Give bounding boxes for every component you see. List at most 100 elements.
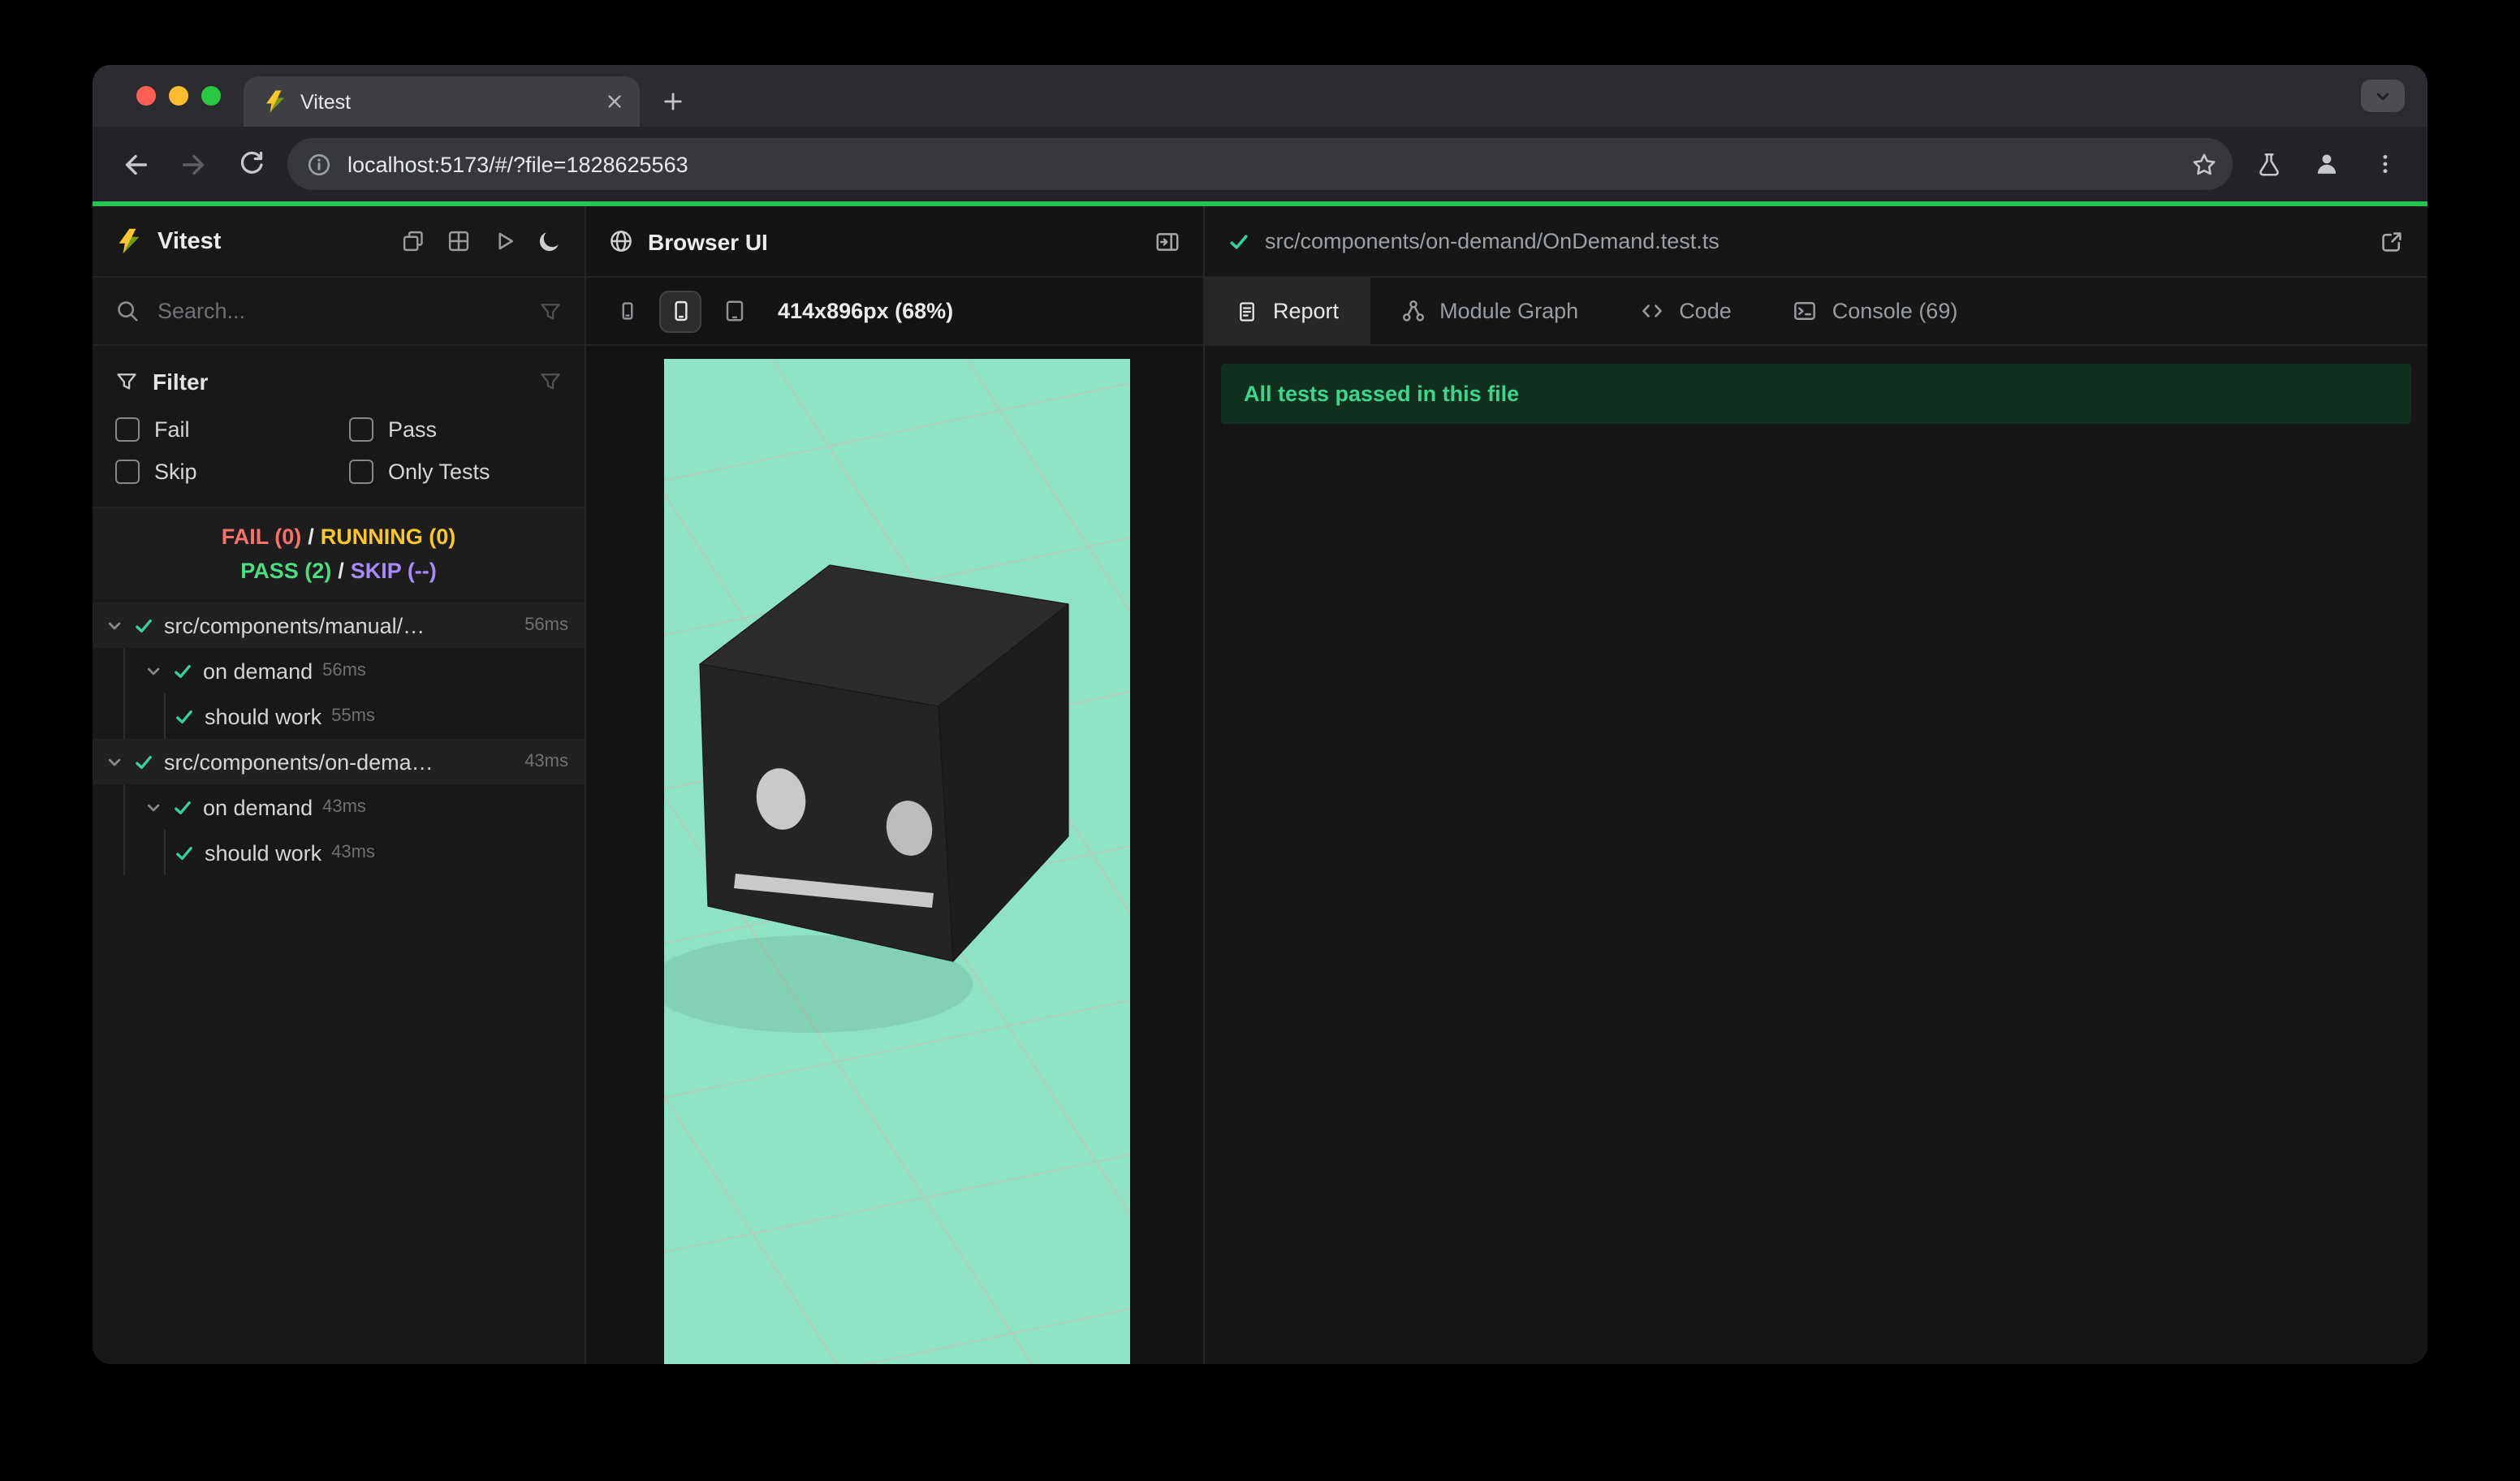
explorer-header: Vitest (93, 206, 585, 278)
tab-report[interactable]: Report (1205, 278, 1370, 344)
browser-window: Vitest localhost:5173/#/?file=1828625563… (93, 65, 2427, 1364)
browser-toolbar: localhost:5173/#/?file=1828625563 (93, 127, 2427, 201)
report-file-icon (1236, 300, 1258, 322)
fail-count: FAIL (0) (221, 525, 302, 549)
tab-label: Console (69) (1832, 299, 1958, 323)
tab-console[interactable]: Console (69) (1763, 278, 1989, 344)
checkbox-skip[interactable]: Skip (115, 460, 349, 484)
console-icon (1793, 299, 1818, 323)
pass-check-icon (172, 660, 193, 681)
close-window-button[interactable] (136, 86, 156, 106)
tree-duration: 56ms (322, 661, 366, 680)
app-name: Vitest (158, 228, 222, 254)
tab-close-icon[interactable] (606, 93, 624, 110)
globe-icon (609, 229, 633, 253)
back-button[interactable] (112, 141, 158, 187)
tree-row-test[interactable]: should work 43ms (166, 830, 585, 875)
vitest-app: Vitest Search... Filter Fail Pass Skip O… (93, 206, 2427, 1364)
test-explorer-panel: Vitest Search... Filter Fail Pass Skip O… (93, 206, 586, 1364)
device-phone-small-icon[interactable] (606, 290, 648, 332)
browser-tab-vitest[interactable]: Vitest (244, 76, 640, 127)
pass-count: PASS (2) (240, 559, 332, 583)
viewport-size-label: 414x896px (68%) (778, 299, 954, 323)
experiments-flask-icon[interactable] (2246, 141, 2291, 187)
tree-label: on demand (203, 658, 313, 683)
code-icon (1640, 299, 1664, 323)
reload-button[interactable] (229, 141, 274, 187)
tab-title: Vitest (300, 90, 352, 113)
test-status-summary: FAIL (0) / RUNNING (0) PASS (2) / SKIP (--) (93, 508, 585, 599)
checkbox-box[interactable] (115, 460, 140, 484)
test-tree: src/components/manual/… 56ms on demand 5… (93, 599, 585, 1364)
browser-ui-title: Browser UI (648, 228, 768, 254)
filter-reset-icon[interactable] (539, 370, 562, 393)
external-link-icon[interactable] (2379, 228, 2405, 254)
pass-check-icon (174, 706, 195, 727)
tree-duration: 43ms (322, 797, 366, 817)
checkbox-box[interactable] (349, 417, 373, 442)
open-panel-icon[interactable] (1154, 228, 1180, 254)
browser-preview-area (586, 346, 1203, 1364)
address-bar[interactable]: localhost:5173/#/?file=1828625563 (287, 138, 2233, 190)
report-header: src/components/on-demand/OnDemand.test.t… (1205, 206, 2427, 278)
site-info-icon[interactable] (307, 152, 331, 176)
search-input[interactable] (154, 297, 524, 325)
tree-row-file[interactable]: src/components/on-dema… 43ms (93, 739, 585, 784)
module-graph-icon (1400, 299, 1425, 323)
tree-label: on demand (203, 795, 313, 819)
tab-label: Report (1273, 299, 1340, 323)
dashboard-windows-icon[interactable] (401, 229, 425, 253)
pass-check-icon (133, 751, 154, 772)
minimize-window-button[interactable] (169, 86, 188, 106)
profile-avatar-icon[interactable] (2304, 141, 2350, 187)
browser-menu-kebab-icon[interactable] (2362, 141, 2408, 187)
pass-check-icon (174, 842, 195, 863)
report-panel: src/components/on-demand/OnDemand.test.t… (1205, 206, 2427, 1364)
chevron-down-icon[interactable] (106, 753, 123, 771)
filter-title: Filter (153, 369, 209, 395)
tree-row-test[interactable]: should work 55ms (166, 693, 585, 739)
zoom-window-button[interactable] (201, 86, 221, 106)
run-all-play-icon[interactable] (492, 229, 516, 253)
tab-search-button[interactable] (2361, 80, 2405, 112)
running-count: RUNNING (0) (320, 525, 456, 549)
tab-module-graph[interactable]: Module Graph (1370, 278, 1609, 344)
chevron-down-icon[interactable] (145, 662, 162, 680)
tested-app-iframe[interactable] (586, 346, 1203, 1364)
chevron-down-icon[interactable] (106, 616, 123, 634)
checkbox-box[interactable] (115, 417, 140, 442)
dark-mode-moon-icon[interactable] (537, 229, 562, 253)
checkbox-box[interactable] (349, 460, 373, 484)
checkbox-fail[interactable]: Fail (115, 417, 349, 442)
checkbox-pass[interactable]: Pass (349, 417, 562, 442)
tree-label: should work (205, 704, 322, 728)
checkbox-only-tests[interactable]: Only Tests (349, 460, 562, 484)
clear-filter-icon[interactable] (539, 300, 562, 322)
new-tab-button[interactable] (662, 76, 684, 127)
tree-duration: 43ms (331, 843, 375, 862)
filter-section: Filter Fail Pass Skip Only Tests (93, 346, 585, 508)
tree-label: src/components/on-dema… (164, 749, 434, 774)
tree-row-suite[interactable]: on demand 56ms (125, 648, 585, 693)
bookmark-star-icon[interactable] (2186, 145, 2223, 183)
tree-label: src/components/manual/… (164, 613, 425, 637)
tree-duration: 43ms (524, 752, 568, 771)
forward-button[interactable] (170, 141, 216, 187)
browser-ui-panel: Browser UI 414x896px (68%) (586, 206, 1205, 1364)
screen: Vitest localhost:5173/#/?file=1828625563… (0, 0, 2520, 1481)
tab-code[interactable]: Code (1609, 278, 1763, 344)
tree-row-suite[interactable]: on demand 43ms (125, 784, 585, 830)
tab-label: Module Graph (1439, 299, 1579, 323)
chevron-down-icon[interactable] (145, 798, 162, 816)
device-tablet-icon[interactable] (713, 290, 755, 332)
tree-row-file[interactable]: src/components/manual/… 56ms (93, 602, 585, 648)
pass-check-icon (133, 615, 154, 636)
url-text[interactable]: localhost:5173/#/?file=1828625563 (347, 152, 2169, 176)
checkbox-label: Skip (154, 460, 197, 484)
tree-duration: 55ms (331, 706, 375, 726)
grid-view-icon[interactable] (447, 229, 471, 253)
device-phone-icon[interactable] (659, 290, 701, 332)
open-file-path: src/components/on-demand/OnDemand.test.t… (1265, 229, 1720, 253)
search-icon (115, 299, 140, 323)
traffic-lights (136, 86, 221, 106)
